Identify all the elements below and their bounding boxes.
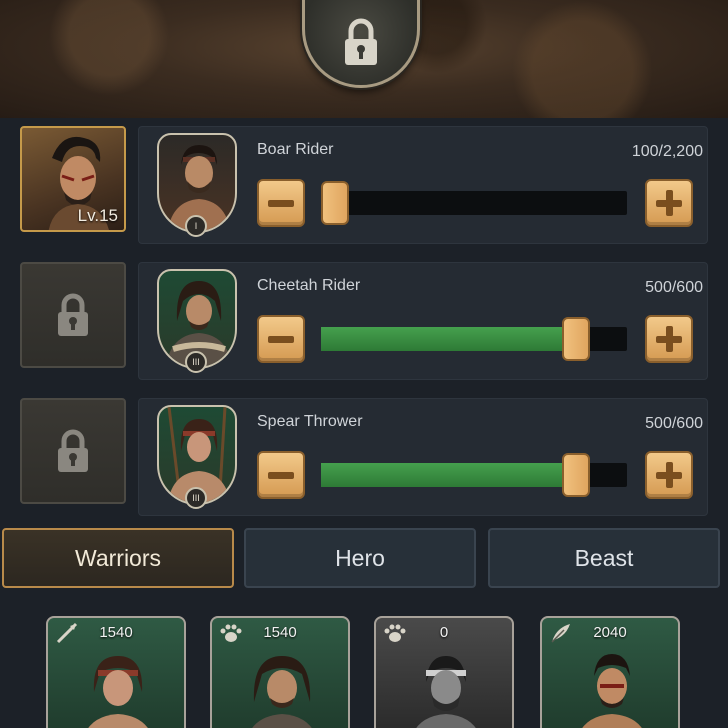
troop-panel: III Cheetah Rider 500/600 <box>138 262 708 380</box>
troop-panel: I Boar Rider 100/2,200 <box>138 126 708 244</box>
tab-label: Warriors <box>74 544 162 571</box>
troop-count: 500/600 <box>645 415 703 432</box>
unit-count: 0 <box>439 624 449 641</box>
troop-row-3: III Spear Thrower 500/600 <box>0 396 728 518</box>
slider-fill <box>321 327 576 351</box>
slider-fill <box>321 463 576 487</box>
rank-badge: III <box>185 351 207 373</box>
plus-icon <box>656 462 682 488</box>
unit-portrait <box>416 656 476 728</box>
lock-icon <box>345 18 377 65</box>
troop-count: 500/600 <box>645 279 703 296</box>
slider-thumb[interactable] <box>321 181 349 225</box>
tab-label: Hero <box>335 544 385 571</box>
decrease-button[interactable] <box>257 315 305 363</box>
decrease-button[interactable] <box>257 179 305 227</box>
troop-row-1: Lv.15 I Boar Rider 100/2,200 <box>0 124 728 246</box>
slider-thumb[interactable] <box>562 317 590 361</box>
top-banner <box>0 0 728 118</box>
increase-button[interactable] <box>645 315 693 363</box>
hero-level: Lv.15 <box>77 206 118 225</box>
plus-icon <box>656 190 682 216</box>
banner-lock-button[interactable] <box>302 0 420 88</box>
troop-slider[interactable] <box>321 317 627 361</box>
troop-name: Boar Rider <box>257 141 334 158</box>
increase-button[interactable] <box>645 451 693 499</box>
decrease-button[interactable] <box>257 451 305 499</box>
unit-count: 1540 <box>99 624 133 641</box>
troop-slider[interactable] <box>321 453 627 497</box>
troop-name: Spear Thrower <box>257 413 363 430</box>
minus-icon <box>268 471 294 479</box>
slider-thumb[interactable] <box>562 453 590 497</box>
troop-slider[interactable] <box>321 181 627 225</box>
unit-portrait <box>252 656 312 728</box>
tab-label: Beast <box>574 544 634 571</box>
unit-portrait <box>582 654 642 728</box>
locked-hero-slot[interactable] <box>20 398 126 504</box>
troop-panel: III Spear Thrower 500/600 <box>138 398 708 516</box>
unit-count: 1540 <box>263 624 297 641</box>
tab-hero[interactable]: Hero <box>244 528 476 588</box>
unit-card-spear-thrower[interactable]: 1540 <box>46 616 186 728</box>
unit-count: 2040 <box>593 624 627 641</box>
minus-icon <box>268 199 294 207</box>
unit-card-warrior[interactable]: 2040 <box>540 616 680 728</box>
troop-row-2: III Cheetah Rider 500/600 <box>0 260 728 382</box>
unit-card-boar-rider[interactable]: 0 <box>374 616 514 728</box>
lock-icon <box>58 429 88 472</box>
tab-warriors[interactable]: Warriors <box>2 528 234 588</box>
troop-name: Cheetah Rider <box>257 277 361 294</box>
rank-badge: I <box>185 215 207 237</box>
hero-slot[interactable]: Lv.15 <box>20 126 126 232</box>
rank-badge: III <box>185 487 207 509</box>
plus-icon <box>656 326 682 352</box>
unit-portrait <box>88 656 148 728</box>
lock-icon <box>58 293 88 336</box>
unit-card-cheetah-rider[interactable]: 1540 <box>210 616 350 728</box>
tab-beast[interactable]: Beast <box>488 528 720 588</box>
locked-hero-slot[interactable] <box>20 262 126 368</box>
troop-count: 100/2,200 <box>631 143 703 160</box>
increase-button[interactable] <box>645 179 693 227</box>
minus-icon <box>268 335 294 343</box>
